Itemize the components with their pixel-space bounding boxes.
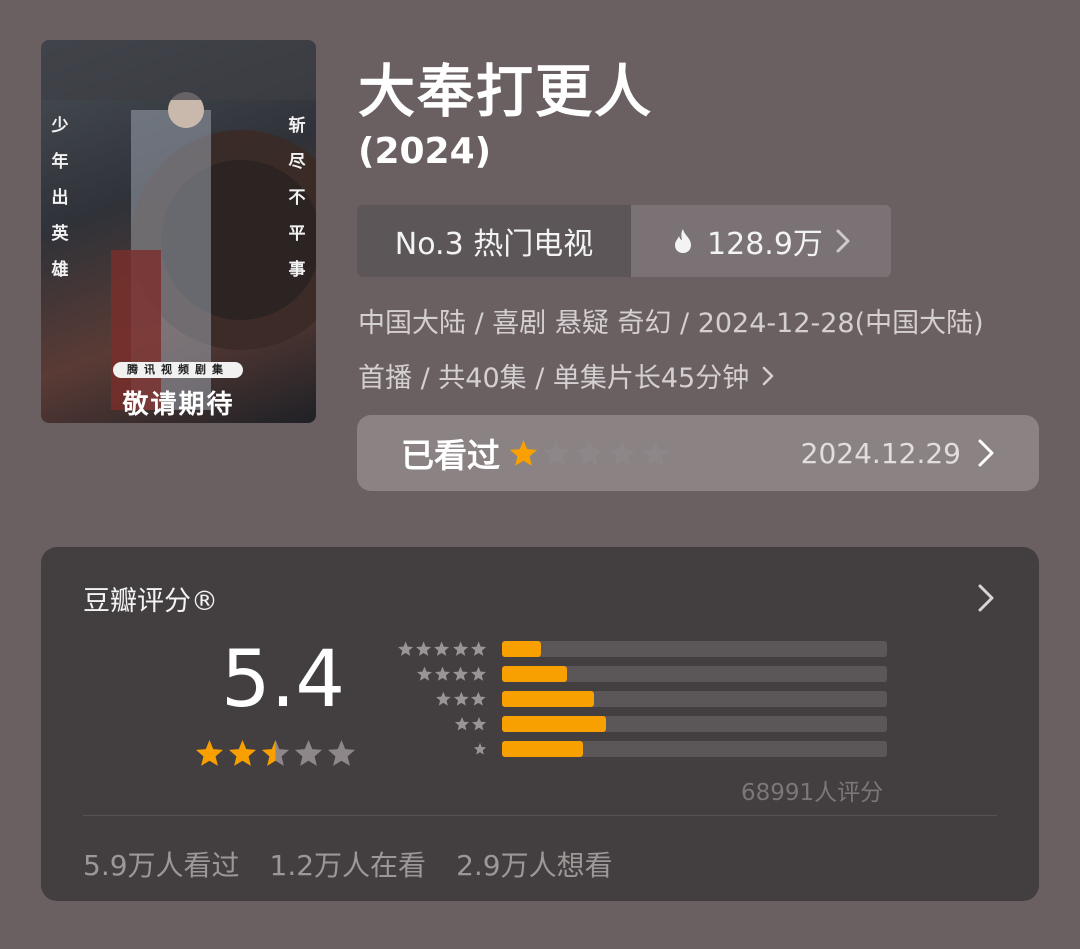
bar-fill xyxy=(502,741,583,757)
divider xyxy=(83,815,997,816)
star-icon xyxy=(542,439,571,466)
star-icon xyxy=(435,666,450,681)
watched-label: 已看过 xyxy=(401,436,500,475)
star-icon xyxy=(471,666,486,681)
douban-rating-card[interactable]: 豆瓣评分® 5.4 68991人评分 5.9万人看过 1.2万人在看 2.9万人… xyxy=(41,547,1039,901)
star-icon xyxy=(470,641,486,656)
star-icon xyxy=(453,691,469,706)
star-icon xyxy=(452,641,468,656)
bar-stars xyxy=(397,640,487,658)
poster-badge: 腾讯视频剧集 xyxy=(113,362,243,378)
star-icon xyxy=(416,641,432,656)
watched-date: 2024.12.29 xyxy=(800,436,961,470)
bar-track xyxy=(502,716,887,732)
douban-score-stars xyxy=(194,738,357,769)
star-icon xyxy=(327,739,356,766)
chevron-right-icon xyxy=(836,229,850,253)
star-icon xyxy=(471,691,486,706)
bar-stars xyxy=(473,740,487,758)
bar-fill xyxy=(502,666,568,682)
bar-track xyxy=(502,666,887,682)
star-icon xyxy=(398,641,414,656)
rating-count: 68991人评分 xyxy=(741,780,884,806)
bar-track xyxy=(502,741,887,757)
chevron-right-icon xyxy=(978,439,994,467)
star-icon xyxy=(575,439,604,466)
star-icon xyxy=(509,439,538,466)
rating-bar-row xyxy=(387,715,887,737)
flame-icon xyxy=(675,229,692,253)
star-icon xyxy=(294,739,323,766)
poster-slogan: 敬请期待 xyxy=(122,390,235,420)
star-icon xyxy=(472,717,486,731)
heat-value: 128.9万 xyxy=(707,227,823,262)
star-icon xyxy=(608,439,637,466)
douban-score: 5.4 xyxy=(221,635,346,725)
stat-watched: 5.9万人看过 xyxy=(83,849,240,882)
star-icon xyxy=(641,439,670,466)
poster-image[interactable]: 少年出英雄 斩尽不平事 腾讯视频剧集 敬请期待 xyxy=(41,40,316,423)
rating-bar-row xyxy=(387,690,887,712)
star-icon xyxy=(436,691,451,706)
star-icon xyxy=(195,739,224,766)
audience-stats: 5.9万人看过 1.2万人在看 2.9万人想看 xyxy=(83,844,613,884)
bar-track xyxy=(502,641,887,657)
rating-bar-row xyxy=(387,665,887,687)
bar-fill xyxy=(502,716,606,732)
poster-side-text-left: 少年出英雄 xyxy=(51,116,69,280)
bar-fill xyxy=(502,691,595,707)
star-icon xyxy=(261,739,290,766)
rating-bar-row xyxy=(387,640,887,662)
meta-info-line2[interactable]: 首播 / 共40集 / 单集片长45分钟 xyxy=(358,356,775,395)
bar-stars xyxy=(435,690,487,708)
rank-label[interactable]: No.3 热门电视 xyxy=(357,205,631,277)
show-title: 大奉打更人 xyxy=(358,59,653,125)
chevron-right-icon[interactable] xyxy=(977,583,995,613)
star-icon xyxy=(455,717,469,731)
star-icon xyxy=(434,641,450,656)
bar-stars xyxy=(454,715,487,733)
stat-want: 2.9万人想看 xyxy=(456,849,613,882)
star-icon xyxy=(417,666,432,681)
bar-stars xyxy=(416,665,487,683)
star-icon xyxy=(228,739,257,766)
watched-status-button[interactable]: 已看过 2024.12.29 xyxy=(357,415,1039,491)
meta-info-line1: 中国大陆 / 喜剧 悬疑 奇幻 / 2024-12-28(中国大陆) xyxy=(358,308,984,339)
douban-rating-title: 豆瓣评分® xyxy=(83,586,218,617)
chevron-right-icon xyxy=(763,366,774,385)
star-icon xyxy=(473,742,487,755)
star-icon xyxy=(453,666,468,681)
user-rating-stars[interactable] xyxy=(508,438,671,469)
poster-side-text-right: 斩尽不平事 xyxy=(288,116,306,280)
rating-bar-row xyxy=(387,740,887,762)
show-year: (2024) xyxy=(358,131,492,172)
bar-fill xyxy=(502,641,541,657)
stat-watching: 1.2万人在看 xyxy=(269,849,427,882)
rank-pill[interactable]: No.3 热门电视 128.9万 xyxy=(357,205,891,277)
heat-button[interactable]: 128.9万 xyxy=(631,205,891,277)
meta-info-line2-text: 首播 / 共40集 / 单集片长45分钟 xyxy=(358,363,750,394)
bar-track xyxy=(502,691,887,707)
